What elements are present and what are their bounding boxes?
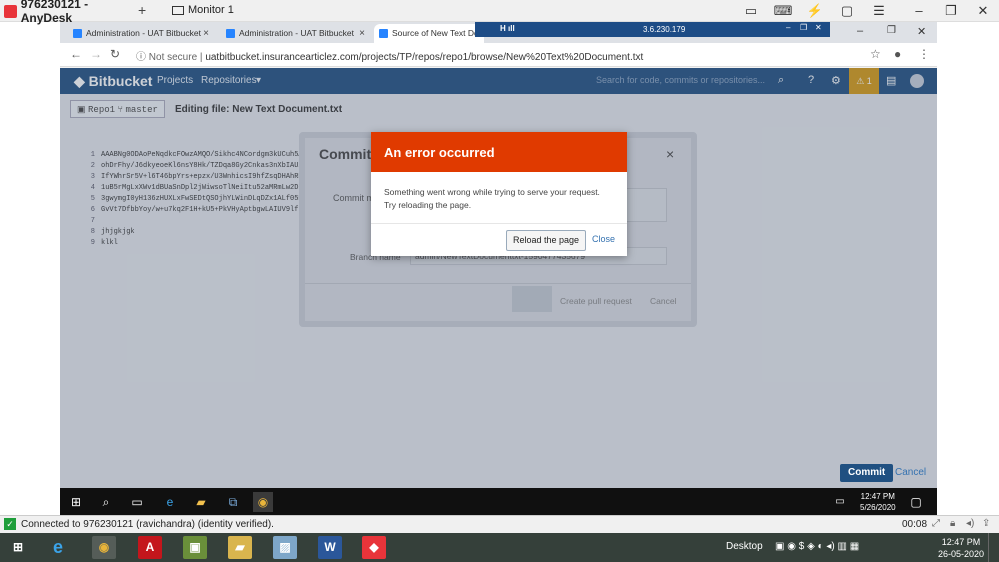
- chat-icon[interactable]: ▭: [735, 0, 767, 22]
- tab-label: Administration - UAT Bitbucket: [239, 28, 354, 38]
- window-minimize-icon[interactable]: –: [857, 25, 863, 37]
- display-icon[interactable]: ▢: [831, 0, 863, 22]
- chrome-icon[interactable]: ◉: [92, 536, 116, 559]
- address-bar: ← → ↻ ⓘ Not secure | uatbitbucket.insura…: [60, 43, 937, 67]
- acrobat-icon[interactable]: A: [138, 536, 162, 559]
- anydesk-icon[interactable]: ◆: [362, 536, 386, 559]
- error-dialog-title: An error occurred: [371, 132, 627, 172]
- error-dialog-footer: Reload the page Close: [371, 223, 627, 256]
- show-desktop-button[interactable]: [988, 533, 999, 562]
- url-field[interactable]: ⓘ Not secure | uatbitbucket.insuranceart…: [136, 48, 643, 63]
- system-tray-icons[interactable]: ▣ ◉ $ ◈ ◐ ◂) ▥ ▦: [775, 541, 859, 552]
- anydesk-logo-icon: [4, 4, 17, 18]
- chrome-menu-icon[interactable]: ⋮: [918, 47, 930, 61]
- remote-taskbar: ⊞ ⌕ ▭ e ▰ ⧉ ◉ ▭ ◂) 12:47 PM 5/26/2020 ▢: [60, 488, 937, 515]
- actions-icon[interactable]: ⚡: [799, 0, 831, 22]
- remote-clock-time: 12:47 PM: [860, 492, 895, 501]
- remote-clock[interactable]: 12:47 PM 5/26/2020: [860, 491, 896, 513]
- keyboard-icon[interactable]: ⌨: [767, 0, 799, 22]
- modal-backdrop: [60, 68, 937, 488]
- tab-label: Source of New Text Docum: [392, 28, 484, 38]
- close-link[interactable]: Close: [592, 234, 615, 244]
- remote-ip-label: 3.6.230.179: [643, 25, 686, 34]
- bitbucket-favicon-icon: [73, 29, 82, 38]
- bitbucket-favicon-icon: [379, 29, 388, 38]
- system-tray-icons[interactable]: ▭ ◂): [830, 492, 850, 512]
- file-explorer-icon[interactable]: ▰: [228, 536, 252, 559]
- local-clock[interactable]: 12:47 PM 26-05-2020: [938, 536, 984, 560]
- close-icon[interactable]: ✕: [967, 0, 999, 22]
- new-tab-button[interactable]: +: [138, 2, 146, 18]
- error-dialog: An error occurred Something went wrong w…: [371, 132, 627, 256]
- windows-start-icon[interactable]: ⊞: [6, 536, 30, 559]
- window-close-icon[interactable]: ✕: [917, 25, 926, 38]
- lock-icon[interactable]: 🔒︎: [950, 518, 955, 529]
- monitor-selector[interactable]: Monitor 1: [172, 4, 234, 16]
- edge-icon[interactable]: e: [160, 492, 180, 512]
- paint-icon[interactable]: ▨: [273, 536, 297, 559]
- resize-icon[interactable]: ⤢: [932, 518, 940, 529]
- anydesk-session-tab[interactable]: 976230121 - AnyDesk: [0, 0, 140, 25]
- error-message-line: Something went wrong while trying to ser…: [384, 187, 600, 197]
- anydesk-remote-toolbar[interactable]: H ıll 3.6.230.179 – ❐ ✕: [475, 22, 830, 37]
- chrome-icon[interactable]: ◉: [253, 492, 273, 512]
- browser-tab[interactable]: Administration - UAT Bitbucket ×: [68, 24, 213, 43]
- browser-tab-active[interactable]: Source of New Text Docum: [374, 24, 484, 43]
- back-icon[interactable]: ←: [70, 47, 82, 61]
- tab-label: Administration - UAT Bitbucket: [86, 28, 201, 38]
- info-icon: ⓘ: [136, 52, 146, 63]
- url-separator: |: [199, 52, 203, 63]
- profile-icon[interactable]: ●: [894, 47, 901, 61]
- bookmark-star-icon[interactable]: ☆: [870, 47, 881, 61]
- cancel-button[interactable]: Cancel: [895, 467, 926, 478]
- minimize-icon[interactable]: –: [903, 0, 935, 22]
- local-clock-time: 12:47 PM: [941, 537, 981, 547]
- tab-close-icon[interactable]: ×: [203, 24, 209, 43]
- forward-icon[interactable]: →: [90, 47, 102, 61]
- error-message-line: Try reloading the page.: [384, 200, 472, 210]
- security-label: Not secure: [148, 52, 198, 63]
- bitbucket-favicon-icon: [226, 29, 235, 38]
- tab-close-icon[interactable]: ×: [359, 24, 365, 43]
- window-restore-icon[interactable]: ❐: [887, 25, 896, 36]
- local-clock-date: 26-05-2020: [938, 549, 985, 559]
- menu-icon[interactable]: ☰: [863, 0, 895, 22]
- task-view-icon[interactable]: ▭: [127, 492, 147, 512]
- maximize-icon[interactable]: ❐: [935, 0, 967, 22]
- desktop-toolbar-label[interactable]: Desktop: [726, 541, 763, 552]
- media-app-icon[interactable]: ▣: [183, 536, 207, 559]
- monitor-icon: [172, 5, 184, 15]
- internet-explorer-icon[interactable]: e: [46, 536, 70, 559]
- overlay-close-icon[interactable]: ✕: [815, 23, 822, 32]
- reload-icon[interactable]: ↻: [110, 47, 120, 61]
- overlay-restore-icon[interactable]: ❐: [800, 23, 807, 32]
- monitor-label: Monitor 1: [188, 4, 234, 16]
- commit-button[interactable]: Commit: [840, 464, 894, 482]
- notifications-icon[interactable]: ▢: [906, 492, 926, 512]
- upload-icon[interactable]: ⇪: [982, 518, 990, 529]
- windows-start-icon[interactable]: ⊞: [66, 492, 86, 512]
- anydesk-overlay-icon: H ıll: [500, 24, 515, 33]
- file-explorer-icon[interactable]: ▰: [191, 492, 211, 512]
- anydesk-status-bar: ✓ Connected to 976230121 (ravichandra) (…: [0, 515, 999, 533]
- url-text: uatbitbucket.insurancearticlez.com/proje…: [205, 52, 644, 63]
- word-icon[interactable]: W: [318, 536, 342, 559]
- overlay-minimize-icon[interactable]: –: [786, 23, 790, 32]
- connection-status: Connected to 976230121 (ravichandra) (id…: [21, 519, 274, 530]
- local-taskbar: ⊞ e ◉ A ▣ ▰ ▨ W ◆ Desktop ▣ ◉ $ ◈ ◐ ◂) ▥…: [0, 533, 999, 562]
- audio-icon[interactable]: ◂): [966, 518, 974, 529]
- reload-page-button[interactable]: Reload the page: [506, 230, 587, 251]
- session-elapsed-time: 00:08: [902, 519, 928, 530]
- remote-screen[interactable]: Administration - UAT Bitbucket × Adminis…: [60, 22, 937, 515]
- remote-clock-date: 5/26/2020: [860, 503, 896, 512]
- browser-tab[interactable]: Administration - UAT Bitbucket ×: [221, 24, 369, 43]
- anydesk-title-bar: 976230121 - AnyDesk + Monitor 1 ▭ ⌨ ⚡ ▢ …: [0, 0, 999, 25]
- network-app-icon[interactable]: ⧉: [223, 492, 243, 512]
- error-dialog-message: Something went wrong while trying to ser…: [371, 172, 627, 212]
- search-icon[interactable]: ⌕: [96, 492, 116, 512]
- connected-check-icon: ✓: [4, 518, 16, 530]
